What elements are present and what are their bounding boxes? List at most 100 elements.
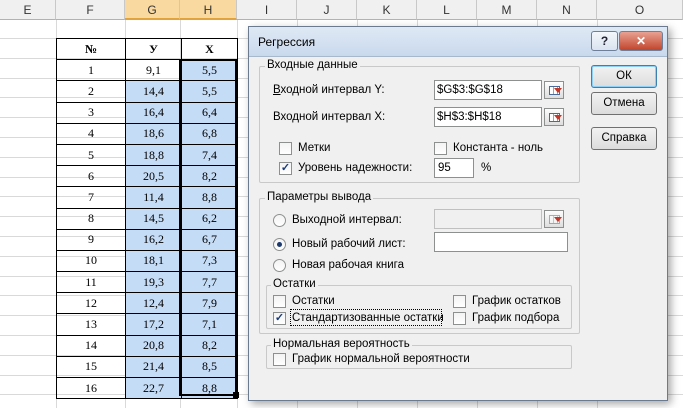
y-range-collapse-button[interactable] <box>544 81 564 99</box>
table-cell[interactable]: 4 <box>56 122 126 145</box>
line-fit-plots-label: График подбора <box>472 312 560 324</box>
table-cell[interactable]: 6,4 <box>181 101 238 124</box>
column-header-n[interactable]: N <box>537 0 597 20</box>
table-cell[interactable]: 12 <box>56 292 126 315</box>
table-cell[interactable]: 5 <box>56 143 126 167</box>
column-header-j[interactable]: J <box>297 0 357 20</box>
table-cell[interactable]: 12,4 <box>125 292 182 315</box>
table-cell[interactable]: 20,8 <box>125 334 182 357</box>
normal-probability-group-label: Нормальная вероятность <box>271 338 412 350</box>
table-cell[interactable]: 9 <box>56 228 126 251</box>
column-header-f[interactable]: F <box>56 0 125 20</box>
table-cell[interactable]: 18,8 <box>125 143 182 167</box>
help-icon[interactable]: ? <box>591 31 618 51</box>
dialog-title: Регрессия <box>258 35 316 49</box>
table-cell[interactable]: 7,4 <box>181 143 238 167</box>
output-range-radio[interactable] <box>273 214 286 227</box>
x-range-input[interactable]: $H$3:$H$18 <box>434 107 542 127</box>
help-button[interactable]: Справка <box>591 127 657 150</box>
constant-zero-label: Константа - ноль <box>453 142 544 154</box>
table-cell[interactable]: 6,7 <box>181 228 238 251</box>
table-cell[interactable]: 6,8 <box>181 122 238 145</box>
table-header-cell[interactable]: № <box>56 37 126 61</box>
table-cell[interactable]: 2 <box>56 80 126 103</box>
table-cell[interactable]: 7,1 <box>181 313 238 336</box>
residual-plots-label: График остатков <box>472 295 561 307</box>
table-row: 12 12,4 7,9 <box>56 292 238 315</box>
table-cell[interactable]: 6 <box>56 165 126 188</box>
table-cell[interactable]: 20,5 <box>125 165 182 188</box>
table-cell[interactable]: 21,4 <box>125 355 182 379</box>
table-cell[interactable]: 17,2 <box>125 313 182 336</box>
table-cell[interactable]: 9,1 <box>125 59 182 82</box>
table-cell[interactable]: 8,8 <box>181 186 238 209</box>
table-cell[interactable]: 11 <box>56 271 126 294</box>
table-cell[interactable]: 18,1 <box>125 249 182 273</box>
fill-handle[interactable] <box>233 392 239 398</box>
confidence-input[interactable]: 95 <box>434 158 474 178</box>
table-cell[interactable]: 8,8 <box>181 376 238 400</box>
table-cell[interactable]: 1 <box>56 59 126 82</box>
table-row: 4 18,6 6,8 <box>56 122 238 145</box>
table-cell[interactable]: 11,4 <box>125 186 182 209</box>
new-workbook-radio[interactable] <box>273 259 286 272</box>
table-cell[interactable]: 7,7 <box>181 271 238 294</box>
x-range-collapse-button[interactable] <box>544 108 564 126</box>
table-header-cell[interactable]: У <box>125 37 182 61</box>
column-header-o[interactable]: O <box>597 0 683 20</box>
table-cell[interactable]: 14,4 <box>125 80 182 103</box>
table-cell[interactable]: 8,2 <box>181 334 238 357</box>
table-cell[interactable]: 7,9 <box>181 292 238 315</box>
table-cell[interactable]: 16,2 <box>125 228 182 251</box>
table-header-cell[interactable]: Х <box>181 37 238 61</box>
table-cell[interactable]: 3 <box>56 101 126 124</box>
table-cell[interactable]: 8 <box>56 207 126 230</box>
column-header-m[interactable]: M <box>477 0 537 20</box>
table-cell[interactable]: 13 <box>56 313 126 336</box>
output-range-input[interactable] <box>434 209 542 229</box>
normal-plot-checkbox[interactable] <box>273 353 286 366</box>
confidence-checkbox[interactable]: ✓ <box>279 162 292 175</box>
table-cell[interactable]: 8,5 <box>181 355 238 379</box>
table-cell[interactable]: 16 <box>56 376 126 400</box>
column-header-k[interactable]: K <box>357 0 417 20</box>
new-sheet-input[interactable] <box>434 232 568 252</box>
table-cell[interactable]: 14,5 <box>125 207 182 230</box>
table-cell[interactable]: 19,3 <box>125 271 182 294</box>
data-table: № У Х 1 9,1 5,5 2 14,4 5,5 3 16,4 6,4 4 18,6 6,8 5 18,8 7… <box>56 37 238 400</box>
ok-button[interactable]: ОК <box>591 65 657 88</box>
table-row: 8 14,5 6,2 <box>56 207 238 230</box>
residual-plots-checkbox[interactable] <box>453 295 466 308</box>
table-cell[interactable]: 5,5 <box>181 80 238 103</box>
column-header-g[interactable]: G <box>125 0 180 20</box>
labels-checkbox[interactable] <box>279 142 292 155</box>
table-row: 7 11,4 8,8 <box>56 186 238 209</box>
table-cell[interactable]: 7 <box>56 186 126 209</box>
column-header-h[interactable]: H <box>180 0 237 20</box>
new-sheet-radio[interactable] <box>273 238 286 251</box>
table-cell[interactable]: 8,2 <box>181 165 238 188</box>
table-cell[interactable]: 5,5 <box>181 59 238 82</box>
column-header-i[interactable]: I <box>237 0 297 20</box>
table-cell[interactable]: 10 <box>56 249 126 273</box>
dialog-titlebar[interactable]: Регрессия ? ✕ <box>249 27 667 57</box>
column-header-l[interactable]: L <box>417 0 477 20</box>
standardized-residuals-checkbox[interactable]: ✓ <box>273 312 286 325</box>
table-cell[interactable]: 22,7 <box>125 376 182 400</box>
line-fit-plots-checkbox[interactable] <box>453 312 466 325</box>
cancel-button[interactable]: Отмена <box>591 92 657 115</box>
labels-checkbox-label: Метки <box>298 142 331 154</box>
constant-zero-checkbox[interactable] <box>434 142 447 155</box>
table-cell[interactable]: 7,3 <box>181 249 238 273</box>
close-icon[interactable]: ✕ <box>619 31 663 51</box>
table-cell[interactable]: 16,4 <box>125 101 182 124</box>
table-cell[interactable]: 6,2 <box>181 207 238 230</box>
table-row: 9 16,2 6,7 <box>56 228 238 251</box>
output-range-collapse-button[interactable] <box>544 210 564 228</box>
table-cell[interactable]: 18,6 <box>125 122 182 145</box>
y-range-input[interactable]: $G$3:$G$18 <box>434 80 542 100</box>
column-header-e[interactable]: E <box>0 0 56 20</box>
table-cell[interactable]: 15 <box>56 355 126 379</box>
residuals-checkbox[interactable] <box>273 295 286 308</box>
table-cell[interactable]: 14 <box>56 334 126 357</box>
